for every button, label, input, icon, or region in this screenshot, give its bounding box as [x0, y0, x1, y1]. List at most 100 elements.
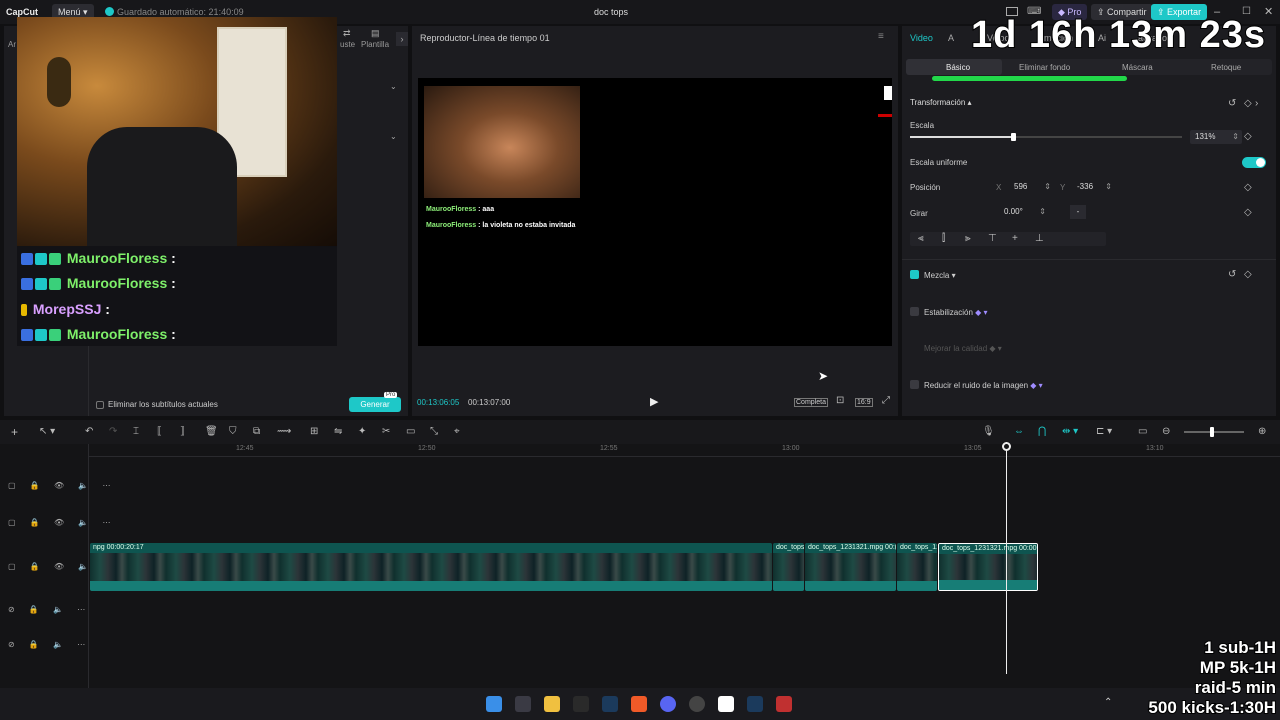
snapshot-icon[interactable]: ⊡: [836, 395, 844, 406]
uniform-scale-toggle[interactable]: [1242, 157, 1266, 168]
discord-icon[interactable]: [660, 696, 676, 712]
blend-checkbox[interactable]: [910, 270, 919, 279]
align-top-icon[interactable]: ⊤: [988, 233, 997, 245]
analyze-icon[interactable]: ⌖: [454, 426, 460, 438]
keyframe-icon[interactable]: ◇: [1244, 207, 1252, 219]
pos-x-input[interactable]: 596 ⇕: [1006, 180, 1054, 194]
windows-start-icon[interactable]: [486, 696, 502, 712]
panel-expand-icon[interactable]: ›: [396, 32, 408, 46]
mirror-icon[interactable]: ⇋: [334, 426, 342, 438]
playhead[interactable]: [1002, 442, 1011, 674]
ratio-button[interactable]: 16:9: [855, 398, 873, 407]
play-icon[interactable]: ▶: [650, 395, 658, 408]
auto-cut-icon[interactable]: ✂: [382, 426, 390, 438]
link-icon[interactable]: ⇔: [1014, 426, 1024, 438]
chevron-down-icon[interactable]: ⌄: [390, 132, 397, 141]
align-left-icon[interactable]: ⫷: [918, 233, 924, 245]
playhead-handle[interactable]: [1002, 442, 1011, 451]
caption-toggle-icon[interactable]: ▭: [1138, 426, 1147, 438]
steam-icon[interactable]: [602, 696, 618, 712]
media-tab-partial[interactable]: Ar: [8, 40, 16, 49]
add-icon[interactable]: +: [11, 426, 18, 438]
rotate-reset-button[interactable]: -: [1070, 205, 1086, 219]
undo-icon[interactable]: ↶: [85, 426, 93, 438]
generate-button[interactable]: Generar: [349, 397, 401, 412]
remove-subtitles-checkbox[interactable]: [96, 401, 104, 409]
capcut-icon[interactable]: [718, 696, 734, 712]
zoom-slider[interactable]: [1184, 427, 1244, 437]
scale-input[interactable]: 131% ⇕: [1190, 130, 1242, 144]
terminal-icon[interactable]: [515, 696, 531, 712]
video-clip[interactable]: npg 00:00:20:17: [90, 543, 772, 591]
align-right-icon[interactable]: ⫸: [965, 233, 971, 245]
rotate-input[interactable]: 0.00° ⇕: [998, 205, 1048, 219]
player-menu-icon[interactable]: ≡: [878, 31, 884, 42]
align-center-icon[interactable]: ⫿: [942, 233, 945, 245]
blend-label[interactable]: Mezcla ▾: [924, 271, 956, 280]
pos-y-input[interactable]: -336 ⇕: [1070, 180, 1114, 194]
sub-tab-mask[interactable]: Máscara: [1122, 63, 1153, 72]
scale-slider-track[interactable]: [910, 133, 1182, 141]
epic-games-icon[interactable]: [573, 696, 589, 712]
tab-audio[interactable]: A: [948, 33, 954, 43]
app-icon[interactable]: [776, 696, 792, 712]
split-right-icon[interactable]: ⟧: [180, 426, 185, 438]
magic-icon[interactable]: ✦: [358, 426, 366, 438]
preview-axis-icon[interactable]: ⊏ ▾: [1096, 426, 1112, 438]
video-clip-selected[interactable]: doc_tops_1231321.mpg 00:00: [938, 543, 1038, 591]
video-clip[interactable]: doc_tops_12: [897, 543, 937, 591]
crop-icon[interactable]: ⧉: [253, 426, 260, 438]
scale-slider-thumb[interactable]: [1011, 133, 1017, 141]
align-bottom-icon[interactable]: ⊥: [1035, 233, 1044, 245]
zoom-in-icon[interactable]: ⊕: [1258, 426, 1266, 438]
video-clip[interactable]: doc_tops_1231321.mpg 00:(: [805, 543, 896, 591]
sub-tab-retouch[interactable]: Retoque: [1211, 63, 1241, 72]
speed-icon[interactable]: ⟿: [277, 426, 291, 438]
fullscreen-icon[interactable]: ⤢: [882, 395, 890, 406]
stabilize-checkbox[interactable]: [910, 307, 919, 316]
video-preview[interactable]: MaurooFloress : aaa MaurooFloress : la v…: [418, 78, 892, 346]
video-clip[interactable]: doc_tops: [773, 543, 804, 591]
folder-icon[interactable]: [544, 696, 560, 712]
keyframe-icon[interactable]: ◇: [1244, 131, 1252, 143]
magnet-icon[interactable]: ⋂: [1038, 426, 1046, 438]
track-controls[interactable]: ⊘ 🔒 🔈 ⋯: [8, 640, 91, 649]
stabilize-label[interactable]: Estabilización ◆ ▾: [924, 308, 988, 317]
caption-icon[interactable]: ▭: [406, 426, 415, 438]
sub-tab-remove-bg[interactable]: Eliminar fondo: [1019, 63, 1070, 72]
delete-icon[interactable]: 🗑: [205, 426, 218, 438]
split-left-icon[interactable]: ⟦: [157, 426, 162, 438]
align-middle-icon[interactable]: +: [1012, 233, 1018, 245]
keyframe-next-icon[interactable]: ›: [1255, 98, 1258, 110]
track-controls[interactable]: ▢ 🔒 👁 🔈 ⋯: [8, 481, 117, 490]
sub-tab-basic[interactable]: Básico: [946, 63, 970, 72]
templates-tab[interactable]: Plantilla: [361, 40, 389, 49]
zoom-out-icon[interactable]: ⊖: [1162, 426, 1170, 438]
redo-icon[interactable]: ↷: [109, 426, 117, 438]
noise-checkbox[interactable]: [910, 380, 919, 389]
resize-icon[interactable]: ⤡: [430, 426, 438, 438]
zoom-slider-thumb[interactable]: [1210, 427, 1214, 437]
brave-icon[interactable]: [631, 696, 647, 712]
adjust-tab-partial[interactable]: uste: [340, 40, 355, 49]
steam-icon[interactable]: [747, 696, 763, 712]
transform-section-title[interactable]: Transformación ▴: [910, 98, 972, 107]
reduce-noise-label[interactable]: Reducir el ruido de la imagen ◆ ▾: [924, 381, 1043, 390]
marker-icon[interactable]: ⛉: [229, 426, 237, 438]
keyframe-icon[interactable]: ◇: [1244, 182, 1252, 194]
keyframe-icon[interactable]: ◇: [1244, 98, 1252, 110]
freeze-icon[interactable]: ⊞: [310, 426, 318, 438]
keyframe-icon[interactable]: ◇: [1244, 269, 1252, 281]
select-tool-icon[interactable]: ↖ ▾: [39, 426, 55, 438]
obs-icon[interactable]: [689, 696, 705, 712]
tab-video[interactable]: Video: [910, 33, 933, 43]
fit-button[interactable]: Completa: [794, 398, 828, 407]
reset-icon[interactable]: ↺: [1228, 98, 1236, 110]
chevron-down-icon[interactable]: ⌄: [390, 82, 397, 91]
track-controls[interactable]: ⊘ 🔒 🔈 ⋯: [8, 605, 91, 614]
snap-icon[interactable]: ⇹ ▾: [1062, 426, 1078, 438]
split-icon[interactable]: ⌶: [133, 426, 139, 438]
microphone-icon[interactable]: 🎙: [982, 426, 995, 438]
track-controls[interactable]: ▢ 🔒 👁 🔈 ⋯: [8, 518, 117, 527]
reset-icon[interactable]: ↺: [1228, 269, 1236, 281]
